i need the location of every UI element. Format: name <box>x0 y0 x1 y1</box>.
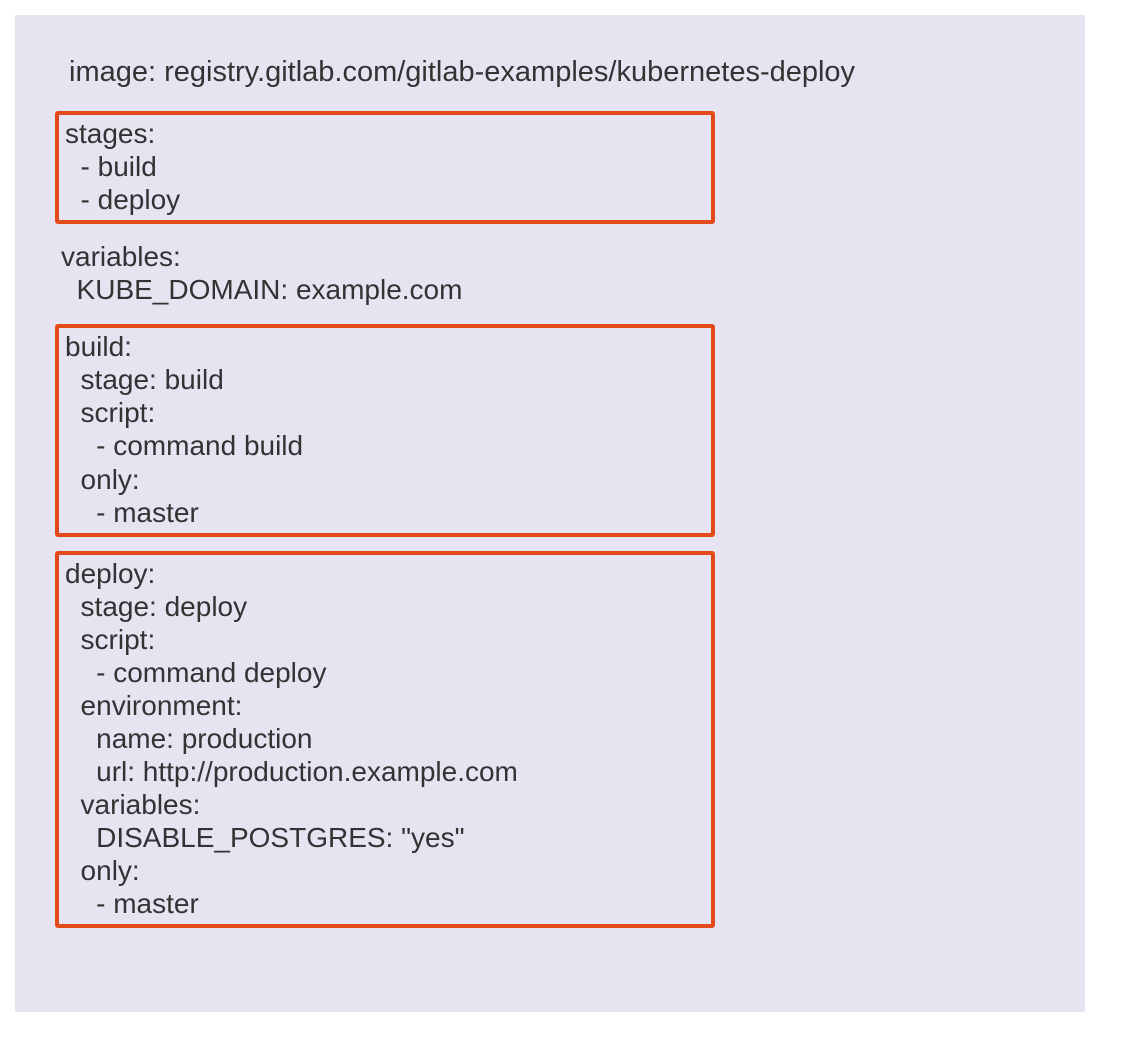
stages-box: stages: - build - deploy <box>55 111 715 224</box>
deploy-box: deploy: stage: deploy script: - command … <box>55 551 715 928</box>
variables-block: variables: KUBE_DOMAIN: example.com <box>55 238 715 310</box>
yaml-content: image: registry.gitlab.com/gitlab-exampl… <box>55 55 1045 928</box>
build-box: build: stage: build script: - command bu… <box>55 324 715 536</box>
stages-text: stages: - build - deploy <box>65 117 705 216</box>
image-line: image: registry.gitlab.com/gitlab-exampl… <box>69 55 1045 89</box>
deploy-text: deploy: stage: deploy script: - command … <box>65 557 705 920</box>
build-text: build: stage: build script: - command bu… <box>65 330 705 528</box>
variables-text: variables: KUBE_DOMAIN: example.com <box>61 240 709 306</box>
yaml-diagram: image: registry.gitlab.com/gitlab-exampl… <box>15 15 1085 1012</box>
